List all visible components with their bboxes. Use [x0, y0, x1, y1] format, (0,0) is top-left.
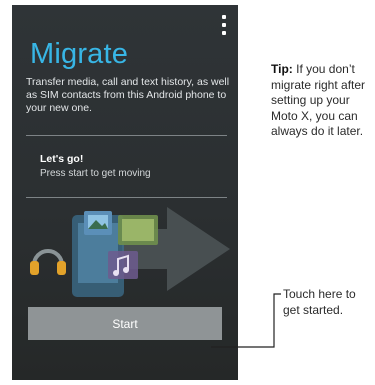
start-callout: Touch here to get started. [283, 287, 356, 317]
page-title: Migrate [30, 38, 129, 70]
divider-top [26, 135, 227, 136]
phone-screen: Migrate Transfer media, call and text hi… [12, 5, 238, 380]
overflow-menu-icon[interactable] [220, 15, 228, 35]
card-title: Let's go! [40, 153, 84, 165]
tip-label: Tip: [271, 62, 293, 76]
start-button[interactable]: Start [28, 307, 222, 340]
divider-bottom [26, 197, 227, 198]
migrate-description: Transfer media, call and text history, a… [26, 76, 230, 114]
photo-icon [84, 211, 112, 235]
video-icon [118, 215, 158, 245]
headphones-icon [30, 249, 66, 275]
music-icon [108, 251, 138, 279]
card-subtitle: Press start to get moving [40, 168, 151, 179]
tip-annotation: Tip: If you don’t migrate right after se… [271, 62, 375, 140]
migrate-illustration [30, 207, 230, 297]
